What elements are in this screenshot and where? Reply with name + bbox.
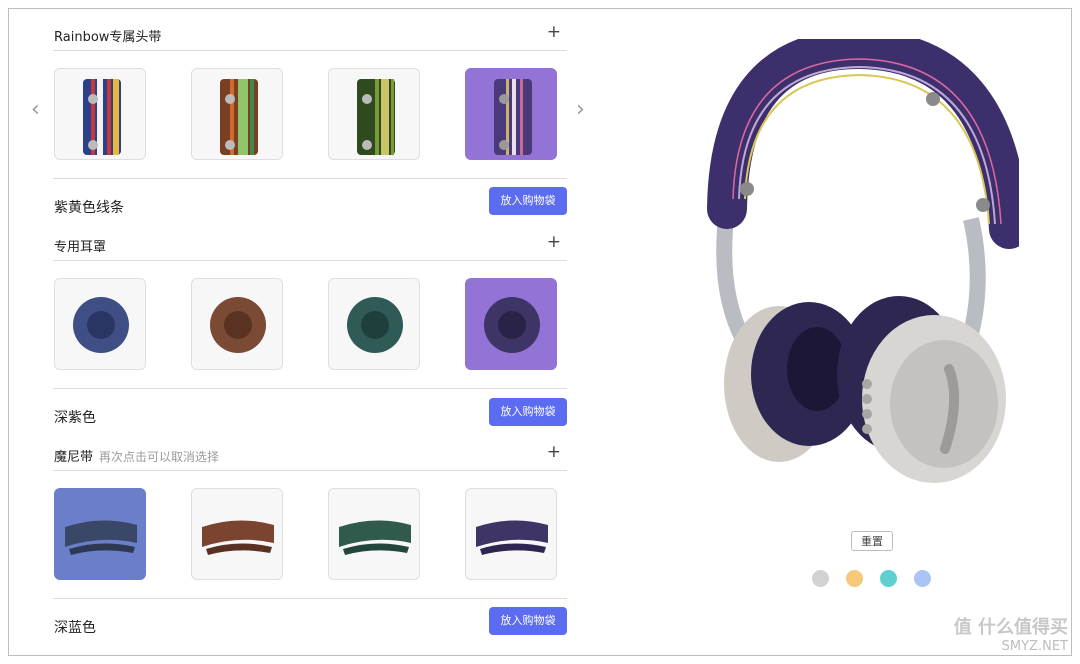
watermark-main: 值 什么值得买 xyxy=(953,617,1068,638)
section-title: Rainbow专属头带 xyxy=(54,26,161,45)
earpad-option-purple-selected[interactable] xyxy=(465,278,557,370)
strap-swatch-icon xyxy=(476,520,548,555)
divider xyxy=(53,178,567,179)
headband-options-row xyxy=(53,51,567,161)
reset-button[interactable]: 重置 xyxy=(851,531,893,551)
section-title: 专用耳罩 xyxy=(54,236,106,255)
section-title-text: Rainbow专属头带 xyxy=(54,30,162,45)
earpad-option-blue[interactable] xyxy=(54,278,146,370)
expand-plus-icon[interactable]: + xyxy=(547,442,561,462)
section-header-earpads[interactable]: 专用耳罩 + xyxy=(53,221,567,261)
add-to-bag-button-strap[interactable]: 放入购物袋 xyxy=(489,607,567,635)
section-header-headband[interactable]: Rainbow专属头带 + xyxy=(53,11,567,51)
selected-earpad-name: 深紫色 xyxy=(54,410,96,426)
strap-options-row xyxy=(53,471,567,581)
strap-option-green[interactable] xyxy=(328,488,420,580)
section-title: 魔尼带 再次点击可以取消选择 xyxy=(54,446,219,465)
headphone-preview-image xyxy=(707,39,1019,483)
section-title-text: 专用耳罩 xyxy=(54,240,107,255)
strap-swatch-icon xyxy=(202,520,274,555)
add-to-bag-button-headband[interactable]: 放入购物袋 xyxy=(489,187,567,215)
divider xyxy=(53,388,567,389)
headband-swatch-icon xyxy=(357,79,395,155)
earpad-swatch-icon xyxy=(347,297,403,353)
headband-option-purple-selected[interactable] xyxy=(465,68,557,160)
headband-swatch-icon xyxy=(220,79,258,155)
color-swatch-dot[interactable] xyxy=(812,570,829,587)
configurator-frame: Rainbow专属头带 + 紫黄色线条 放入购物袋 专用耳罩 + 深紫色 放入购… xyxy=(8,8,1072,656)
headband-option-navy[interactable] xyxy=(54,68,146,160)
earpad-option-brown[interactable] xyxy=(191,278,283,370)
earpad-swatch-icon xyxy=(73,297,129,353)
expand-plus-icon[interactable]: + xyxy=(547,22,561,42)
selected-headband-name: 紫黄色线条 xyxy=(54,200,124,216)
color-swatch-dot[interactable] xyxy=(880,570,897,587)
earpad-swatch-icon xyxy=(210,297,266,353)
color-swatch-dot[interactable] xyxy=(914,570,931,587)
watermark: 值 什么值得买 SMYZ.NET xyxy=(954,613,1068,654)
divider xyxy=(53,598,567,599)
strap-swatch-icon xyxy=(339,520,411,555)
headband-option-green[interactable] xyxy=(328,68,420,160)
headband-swatch-icon xyxy=(83,79,121,155)
headband-option-brown[interactable] xyxy=(191,68,283,160)
section-header-strap[interactable]: 魔尼带 再次点击可以取消选择 + xyxy=(53,431,567,471)
earpad-options-row xyxy=(53,261,567,371)
strap-swatch-icon xyxy=(65,520,137,555)
carousel-prev-icon[interactable]: ‹ xyxy=(31,97,40,122)
watermark-sub: SMYZ.NET xyxy=(1001,639,1068,654)
earpad-swatch-icon xyxy=(484,297,540,353)
strap-option-brown[interactable] xyxy=(191,488,283,580)
section-title-text: 魔尼带 xyxy=(54,450,94,465)
carousel-next-icon[interactable]: › xyxy=(576,97,585,122)
headband-swatch-icon xyxy=(494,79,532,155)
section-hint: 再次点击可以取消选择 xyxy=(99,450,220,464)
selected-strap-name: 深蓝色 xyxy=(54,620,96,636)
expand-plus-icon[interactable]: + xyxy=(547,232,561,252)
strap-option-blue-selected[interactable] xyxy=(54,488,146,580)
strap-option-purple[interactable] xyxy=(465,488,557,580)
earpad-option-teal[interactable] xyxy=(328,278,420,370)
color-swatch-dot[interactable] xyxy=(846,570,863,587)
add-to-bag-button-earpad[interactable]: 放入购物袋 xyxy=(489,398,567,426)
